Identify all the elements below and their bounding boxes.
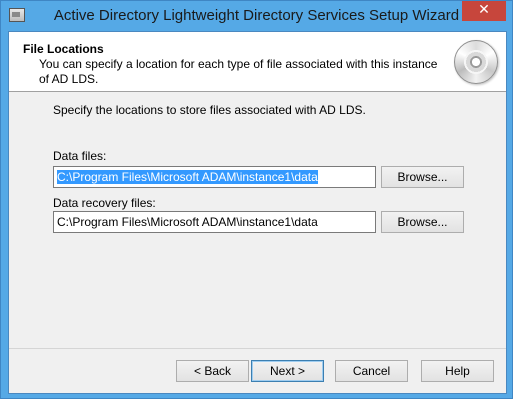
help-button[interactable]: Help xyxy=(421,360,494,382)
recovery-files-value: C:\Program Files\Microsoft ADAM\instance… xyxy=(57,215,318,229)
cd-disc-icon xyxy=(454,40,498,84)
wizard-window: Active Directory Lightweight Directory S… xyxy=(0,0,513,399)
page-title: File Locations xyxy=(23,42,104,56)
close-button[interactable]: ✕ xyxy=(462,1,506,21)
data-files-label: Data files: xyxy=(53,149,107,163)
next-button[interactable]: Next > xyxy=(251,360,324,382)
cancel-button[interactable]: Cancel xyxy=(335,360,408,382)
data-files-value: C:\Program Files\Microsoft ADAM\instance… xyxy=(57,170,318,184)
data-files-input[interactable]: C:\Program Files\Microsoft ADAM\instance… xyxy=(53,166,376,188)
footer-divider xyxy=(9,348,506,349)
instruction-text: Specify the locations to store files ass… xyxy=(53,103,366,117)
title-bar[interactable]: Active Directory Lightweight Directory S… xyxy=(1,1,512,31)
recovery-files-browse-button[interactable]: Browse... xyxy=(381,211,464,233)
recovery-files-input[interactable]: C:\Program Files\Microsoft ADAM\instance… xyxy=(53,211,376,233)
back-button[interactable]: < Back xyxy=(176,360,249,382)
recovery-files-label: Data recovery files: xyxy=(53,196,156,210)
wizard-header: File Locations You can specify a locatio… xyxy=(9,32,506,92)
data-files-browse-button[interactable]: Browse... xyxy=(381,166,464,188)
page-subtitle: You can specify a location for each type… xyxy=(39,57,438,86)
window-title: Active Directory Lightweight Directory S… xyxy=(53,7,460,24)
wizard-client-area: File Locations You can specify a locatio… xyxy=(8,31,507,394)
